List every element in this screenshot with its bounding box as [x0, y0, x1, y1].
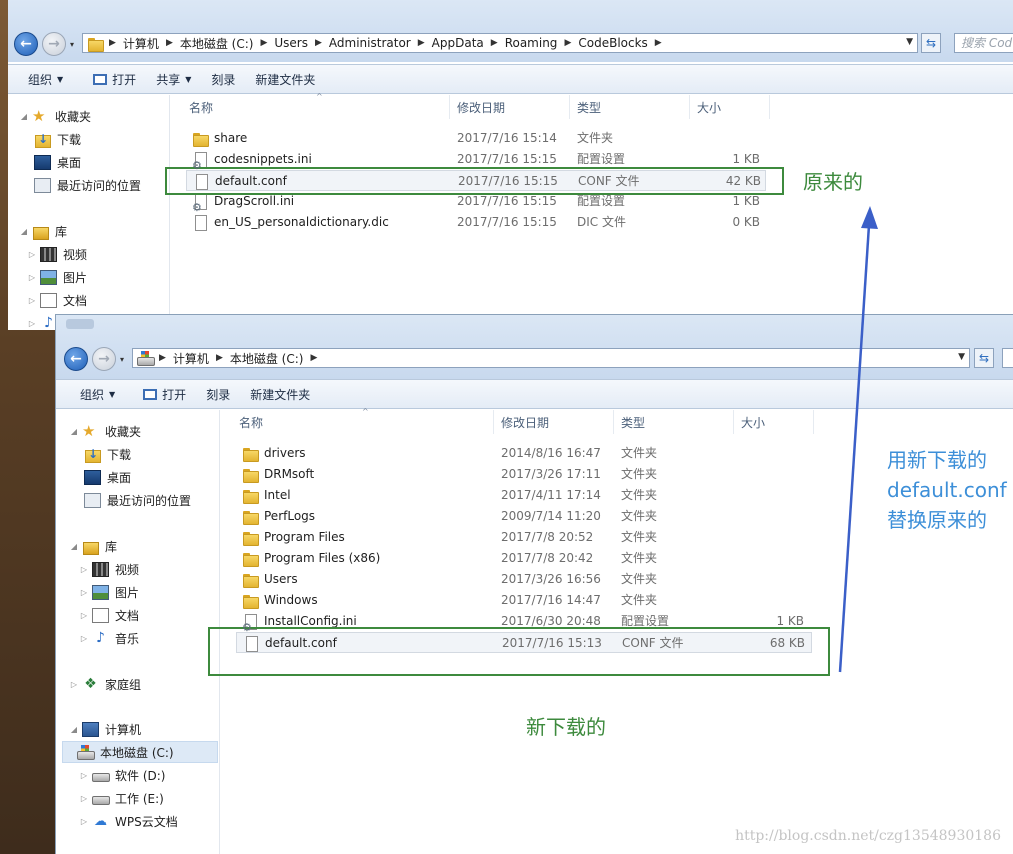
label-replace-line2: default.conf — [887, 478, 1007, 502]
label-new-download: 新下载的 — [526, 715, 606, 739]
label-original: 原来的 — [803, 170, 863, 194]
annotation-overlay: 原来的 新下载的 用新下载的 default.conf 替换原来的 http:/… — [0, 0, 1013, 854]
arrow-shaft — [838, 224, 871, 673]
label-replace-line1: 用新下载的 — [887, 448, 987, 472]
watermark-text: http://blog.csdn.net/czg13548930186 — [735, 828, 1001, 844]
label-replace-line3: 替换原来的 — [887, 508, 987, 532]
arrow-head-icon — [861, 206, 878, 229]
arrow-graphic — [838, 206, 878, 673]
